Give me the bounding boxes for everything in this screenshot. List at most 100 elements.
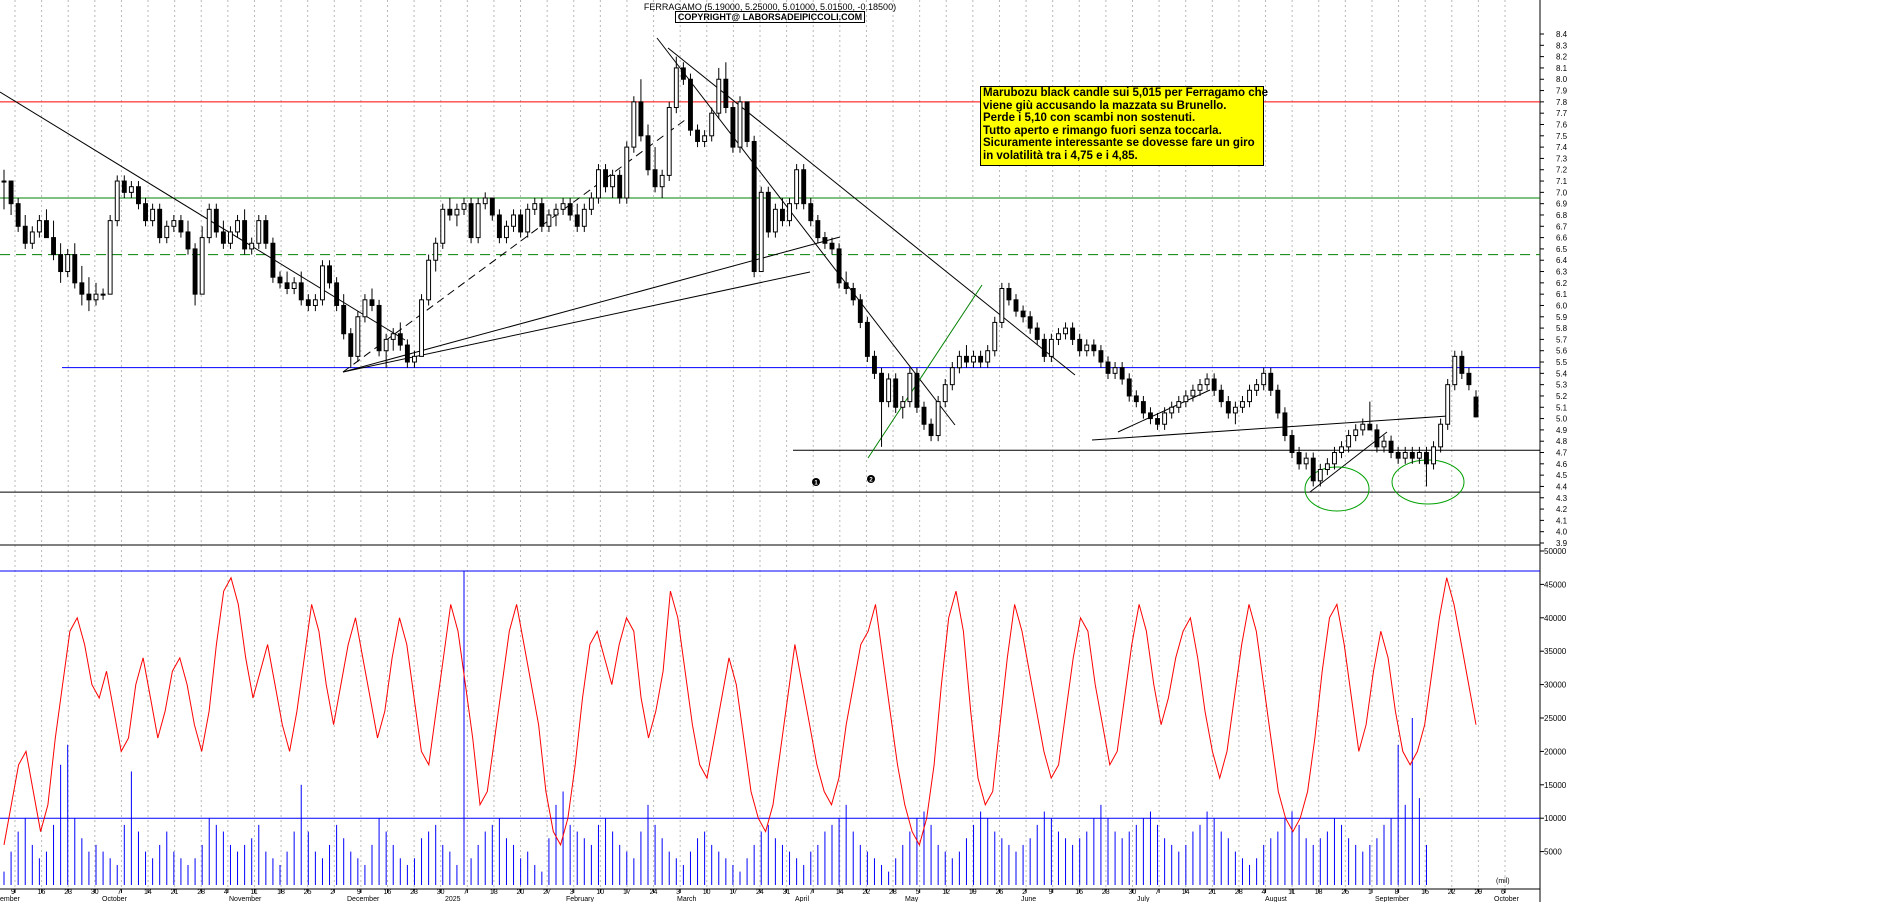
date-tick-label: 16 bbox=[384, 889, 392, 896]
candle-body bbox=[872, 355, 877, 374]
candle-body bbox=[1020, 310, 1026, 318]
candle-body bbox=[751, 140, 757, 273]
date-tick-label: 30 bbox=[1129, 889, 1137, 896]
candle-body bbox=[843, 282, 849, 290]
candle-body bbox=[489, 197, 495, 216]
volume-tick-label: 40000 bbox=[1544, 614, 1567, 623]
note-line: Tutto aperto e rimango fuori senza tocca… bbox=[983, 124, 1222, 137]
candle-body bbox=[702, 135, 708, 142]
candle-body bbox=[1240, 401, 1245, 408]
date-tick-label: 17 bbox=[623, 889, 631, 896]
date-tick-label: 16 bbox=[1075, 889, 1083, 896]
date-tick-label: 9 bbox=[11, 889, 15, 896]
candle-body bbox=[143, 203, 148, 222]
candle-body bbox=[1197, 384, 1203, 391]
price-tick-label: 6.8 bbox=[1556, 211, 1568, 220]
candle-body bbox=[1254, 384, 1260, 391]
candle-body bbox=[1310, 457, 1316, 482]
candle-body bbox=[794, 169, 800, 205]
candle-body bbox=[532, 203, 538, 210]
candle-body bbox=[44, 220, 49, 239]
volume-tick-label: 50000 bbox=[1544, 547, 1567, 556]
candle-body bbox=[914, 372, 920, 408]
candle-body bbox=[1452, 355, 1458, 386]
candle-body bbox=[1332, 452, 1337, 465]
candle-body bbox=[228, 231, 233, 244]
candle-body bbox=[900, 401, 906, 408]
candle-body bbox=[1268, 372, 1274, 391]
candle-body bbox=[1211, 378, 1217, 391]
month-label: November bbox=[229, 896, 262, 902]
candle-body bbox=[1466, 372, 1472, 386]
candle-body bbox=[1041, 338, 1047, 357]
candle-body bbox=[695, 129, 700, 142]
candle-body bbox=[334, 282, 340, 306]
candle-body bbox=[850, 288, 856, 301]
note-line: Perde i 5,10 con scambi non sostenuti. bbox=[983, 112, 1196, 125]
candle-body bbox=[574, 214, 580, 227]
candle-body bbox=[801, 169, 807, 205]
month-label: February bbox=[566, 896, 595, 902]
annotation-note: Marubozu black candle sui 5,015 per Ferr… bbox=[980, 86, 1269, 166]
candle-body bbox=[949, 367, 955, 386]
candle-body bbox=[1034, 327, 1040, 340]
candle-body bbox=[454, 208, 460, 216]
candle-body bbox=[659, 174, 665, 188]
note-line: Marubozu black candle sui 5,015 per Ferr… bbox=[983, 87, 1269, 99]
date-tick-label: 4 bbox=[1262, 889, 1266, 896]
candle-body bbox=[150, 208, 156, 222]
candle-body bbox=[1409, 452, 1415, 459]
candle-body bbox=[1126, 378, 1132, 397]
date-tick-label: 14 bbox=[1182, 889, 1190, 896]
candle-body bbox=[440, 208, 446, 244]
price-tick-label: 5.9 bbox=[1556, 313, 1568, 322]
date-tick-label: 25 bbox=[1341, 889, 1349, 896]
candle-body bbox=[1183, 395, 1189, 403]
candle-body bbox=[518, 214, 524, 233]
month-label: May bbox=[905, 896, 919, 902]
candle-body bbox=[298, 282, 304, 301]
candle-body bbox=[1431, 446, 1436, 465]
candle-body bbox=[475, 203, 481, 239]
candle-body bbox=[58, 254, 64, 273]
candle-body bbox=[942, 384, 948, 403]
candle-body bbox=[553, 208, 559, 216]
candle-body bbox=[1112, 367, 1118, 374]
volume-tick-label: 15000 bbox=[1544, 781, 1567, 790]
trendline bbox=[342, 236, 841, 373]
date-tick-label: 30 bbox=[91, 889, 99, 896]
month-label: October bbox=[1494, 896, 1520, 902]
grid-lines bbox=[0, 0, 1541, 902]
candle-body bbox=[1013, 299, 1019, 312]
volume-tick-label: 20000 bbox=[1544, 747, 1567, 756]
month-label: September bbox=[1375, 896, 1410, 902]
price-tick-label: 6.0 bbox=[1556, 301, 1568, 310]
candle-body bbox=[390, 333, 396, 340]
date-tick-label: 19 bbox=[969, 889, 977, 896]
date-tick-label: 7 bbox=[117, 889, 121, 896]
candle-body bbox=[1162, 412, 1168, 425]
candle-body bbox=[680, 67, 686, 80]
candle-body bbox=[935, 401, 941, 437]
candle-body bbox=[86, 293, 92, 301]
support-ellipse bbox=[1391, 459, 1465, 505]
candle-body bbox=[1296, 452, 1302, 465]
candle-body bbox=[1084, 344, 1090, 352]
month-label: July bbox=[1137, 896, 1150, 902]
candle-body bbox=[22, 225, 28, 244]
price-tick-label: 5.4 bbox=[1556, 369, 1568, 378]
candle-body bbox=[433, 242, 439, 261]
date-tick-label: 10 bbox=[703, 889, 711, 896]
candle-body bbox=[1098, 350, 1104, 363]
right-axis: 8.4 8.3 8.2 8.1 8.0 7.9 7.8 7.7 7.6 7.5 7.4 7.3 7.2 7… bbox=[1496, 30, 1568, 885]
price-tick-label: 7.1 bbox=[1556, 177, 1568, 186]
date-tick-label: 22 bbox=[1448, 889, 1456, 896]
volume-tick-label: 10000 bbox=[1544, 814, 1567, 823]
candle-body bbox=[666, 107, 672, 176]
candle-body bbox=[36, 220, 42, 233]
candle-body bbox=[348, 333, 354, 357]
candle-body bbox=[8, 180, 14, 205]
candle-body bbox=[1176, 401, 1182, 408]
date-tick-label: 21 bbox=[171, 889, 179, 896]
candle-body bbox=[808, 203, 814, 222]
